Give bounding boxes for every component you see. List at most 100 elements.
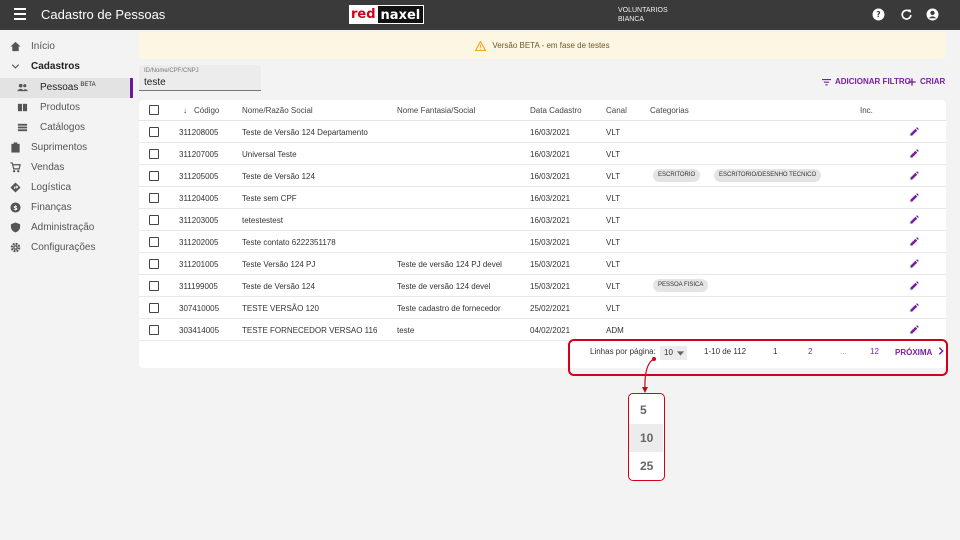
- header-code[interactable]: Código: [194, 106, 219, 115]
- rows-option-25[interactable]: 25: [629, 452, 663, 480]
- people-table: ↓ Código Nome/Razão Social Nome Fantasia…: [139, 100, 946, 368]
- sidebar-item-pessoas[interactable]: Pessoas BETA: [0, 78, 133, 98]
- edit-icon[interactable]: [909, 280, 920, 291]
- cell-fantasy: Teste de versão 124 devel: [397, 282, 491, 291]
- header-date[interactable]: Data Cadastro: [530, 106, 582, 115]
- edit-icon[interactable]: [909, 148, 920, 159]
- menu-icon[interactable]: [14, 8, 26, 20]
- list-icon: [17, 123, 28, 132]
- table-row[interactable]: 311199005 Teste de Versão 124 Teste de ver…: [139, 275, 946, 297]
- svg-text:$: $: [13, 204, 18, 212]
- cell-code: 311199005: [179, 282, 218, 291]
- cell-name: TESTE FORNECEDOR VERSAO 116: [242, 326, 378, 335]
- row-checkbox[interactable]: [149, 281, 159, 291]
- edit-icon[interactable]: [909, 258, 920, 269]
- table-row[interactable]: 311201005 Teste Versão 124 PJ Teste de ver…: [139, 253, 946, 275]
- warning-icon: [475, 40, 487, 51]
- beta-badge: BETA: [80, 82, 96, 88]
- annotation-arrow: [642, 357, 656, 393]
- select-all-checkbox[interactable]: [149, 105, 159, 115]
- cell-name: Teste de Versão 124 Departamento: [242, 128, 368, 137]
- row-checkbox[interactable]: [149, 215, 159, 225]
- cell-fantasy: Teste de versão 124 PJ devel: [397, 260, 502, 269]
- row-checkbox[interactable]: [149, 171, 159, 181]
- sidebar-item-catalogos[interactable]: Catálogos: [0, 118, 133, 138]
- table-row[interactable]: 307410005 TESTE VERSÃO 120 Teste cadastro …: [139, 297, 946, 319]
- edit-icon[interactable]: [909, 236, 920, 247]
- refresh-icon[interactable]: [900, 8, 913, 21]
- table-row[interactable]: 311207005 Universal Teste 16/03/2021 VLT: [139, 143, 946, 165]
- row-checkbox[interactable]: [149, 193, 159, 203]
- table-row[interactable]: 311203005 tetestestest 16/03/2021 VLT: [139, 209, 946, 231]
- cell-date: 25/02/2021: [530, 304, 571, 313]
- cell-code: 311204005: [179, 194, 219, 203]
- header-channel[interactable]: Canal: [606, 106, 627, 115]
- sidebar-item-administracao[interactable]: Administração: [0, 218, 133, 238]
- shield-icon: [10, 222, 21, 233]
- chevron-down-icon: [11, 64, 20, 69]
- table-row[interactable]: 311208005 Teste de Versão 124 Departament…: [139, 121, 946, 143]
- user-info: VOLUNTARIOS BIANCA: [618, 7, 668, 23]
- cell-name: Teste contato 6222351178: [242, 238, 336, 247]
- cell-code: 303414005: [179, 326, 220, 335]
- row-checkbox[interactable]: [149, 259, 159, 269]
- category-chip: ESCRITORIO/DESENHO TECNICO: [714, 169, 822, 182]
- cell-code: 311202005: [179, 238, 219, 247]
- search-field[interactable]: ID/Nome/CPF/CNPJ: [139, 65, 261, 91]
- sidebar-item-produtos[interactable]: Produtos: [0, 98, 133, 118]
- gear-icon: [10, 242, 21, 253]
- page-title: Cadastro de Pessoas: [41, 7, 166, 22]
- edit-icon[interactable]: [909, 214, 920, 225]
- cell-channel: VLT: [606, 304, 621, 313]
- sort-arrow-icon[interactable]: ↓: [183, 106, 187, 115]
- sidebar-item-financas[interactable]: $ Finanças: [0, 198, 133, 218]
- table-row[interactable]: 311204005 Teste sem CPF 16/03/2021 VLT: [139, 187, 946, 209]
- create-button[interactable]: CRIAR: [908, 77, 945, 86]
- rows-option-10[interactable]: 10: [629, 424, 663, 452]
- row-checkbox[interactable]: [149, 237, 159, 247]
- cell-name: Teste de Versão 124: [242, 172, 315, 181]
- edit-icon[interactable]: [909, 170, 920, 181]
- category-chip: PESSOA FISICA: [653, 279, 709, 292]
- table-header: ↓ Código Nome/Razão Social Nome Fantasia…: [139, 100, 946, 121]
- table-row[interactable]: 303414005 TESTE FORNECEDOR VERSAO 116 test…: [139, 319, 946, 341]
- cell-fantasy: Teste cadastro de fornecedor: [397, 304, 501, 313]
- sidebar-item-cadastros[interactable]: Cadastros: [0, 57, 133, 77]
- sidebar-item-inicio[interactable]: Início: [0, 37, 133, 57]
- home-icon: [10, 41, 21, 52]
- sidebar-item-vendas[interactable]: Vendas: [0, 158, 133, 178]
- rows-per-page-dropdown: 5 10 25: [628, 393, 665, 481]
- edit-icon[interactable]: [909, 192, 920, 203]
- cell-name: Universal Teste: [242, 150, 297, 159]
- help-icon[interactable]: ?: [872, 8, 885, 21]
- cell-channel: VLT: [606, 128, 621, 137]
- search-input[interactable]: [144, 77, 254, 88]
- row-checkbox[interactable]: [149, 149, 159, 159]
- row-checkbox[interactable]: [149, 325, 159, 335]
- cell-date: 16/03/2021: [530, 216, 571, 225]
- account-icon[interactable]: [926, 8, 939, 21]
- search-label: ID/Nome/CPF/CNPJ: [144, 68, 199, 74]
- edit-icon[interactable]: [909, 324, 920, 335]
- add-filter-button[interactable]: ADICIONAR FILTRO: [822, 77, 911, 86]
- cell-date: 16/03/2021: [530, 150, 571, 159]
- top-bar: Cadastro de Pessoas red naxel VOLUNTARIOS…: [0, 0, 960, 30]
- header-fantasy[interactable]: Nome Fantasia/Social: [397, 106, 475, 115]
- edit-icon[interactable]: [909, 126, 920, 137]
- header-name[interactable]: Nome/Razão Social: [242, 106, 313, 115]
- table-row[interactable]: 311205005 Teste de Versão 124 16/03/2021 VL…: [139, 165, 946, 187]
- edit-icon[interactable]: [909, 302, 920, 313]
- row-checkbox[interactable]: [149, 127, 159, 137]
- sidebar-item-suprimentos[interactable]: Suprimentos: [0, 138, 133, 158]
- cell-date: 04/02/2021: [530, 326, 571, 335]
- sidebar-item-logistica[interactable]: Logística: [0, 178, 133, 198]
- cell-channel: VLT: [606, 172, 621, 181]
- rows-option-5[interactable]: 5: [629, 396, 663, 424]
- cell-channel: VLT: [606, 150, 621, 159]
- cell-date: 16/03/2021: [530, 172, 571, 181]
- table-row[interactable]: 311202005 Teste contato 6222351178 15/03/2…: [139, 231, 946, 253]
- row-checkbox[interactable]: [149, 303, 159, 313]
- sidebar-item-configuracoes[interactable]: Configurações: [0, 238, 133, 258]
- app-logo: red naxel: [349, 5, 425, 24]
- plus-icon: [908, 77, 916, 86]
